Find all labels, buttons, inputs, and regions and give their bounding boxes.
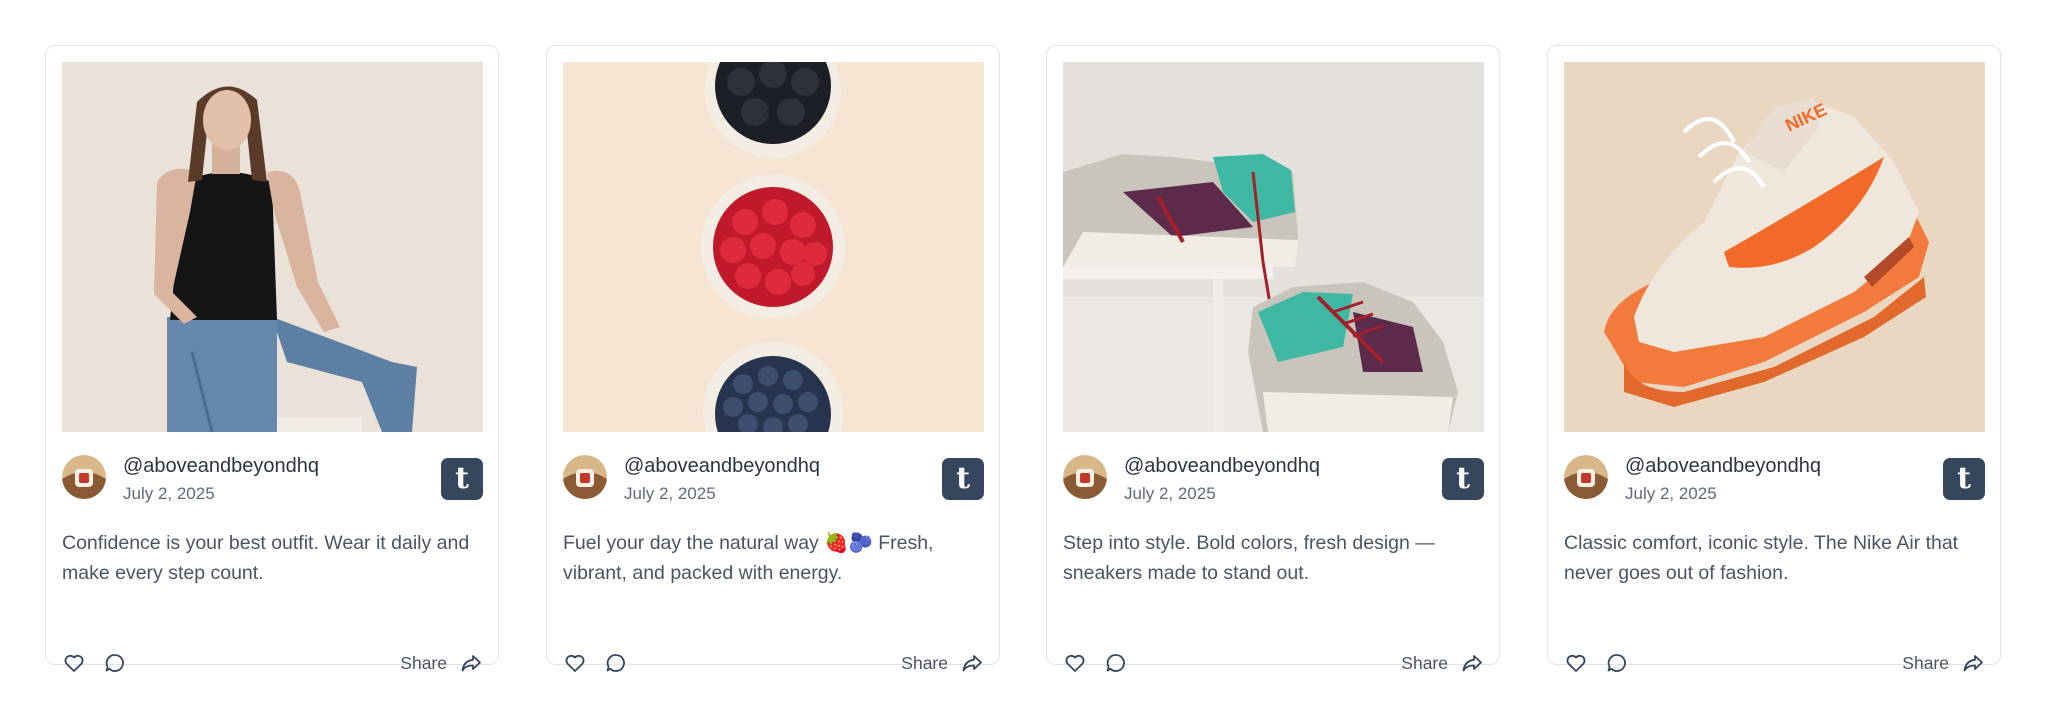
share-button[interactable]: Share (400, 651, 483, 675)
avatar[interactable] (1564, 455, 1608, 499)
author-handle[interactable]: @aboveandbeyondhq (1625, 455, 1821, 478)
tumblr-icon[interactable]: t (441, 458, 483, 500)
post-card: NIKE @aboveandbeyondhq July 2, 2025 t Cl… (1547, 45, 2001, 673)
post-date: July 2, 2025 (1124, 484, 1216, 503)
avatar[interactable] (62, 455, 106, 499)
heart-icon[interactable] (563, 651, 587, 675)
post-actions: Share (563, 651, 984, 675)
post-card: @aboveandbeyondhq July 2, 2025 t Confide… (45, 45, 499, 673)
tumblr-icon[interactable]: t (1943, 458, 1985, 500)
post-actions: Share (1063, 651, 1484, 675)
comment-bubble-icon[interactable] (103, 651, 127, 675)
post-date: July 2, 2025 (123, 484, 215, 503)
post-feed: @aboveandbeyondhq July 2, 2025 t Confide… (0, 0, 2048, 712)
post-actions: Share (1564, 651, 1985, 675)
share-label: Share (400, 652, 447, 673)
share-button[interactable]: Share (901, 651, 984, 675)
share-label: Share (1401, 652, 1448, 673)
share-label: Share (901, 652, 948, 673)
post-date: July 2, 2025 (1625, 484, 1717, 503)
comment-bubble-icon[interactable] (1104, 651, 1128, 675)
heart-icon[interactable] (1564, 651, 1588, 675)
woman-photo (62, 62, 483, 432)
heart-icon[interactable] (1063, 651, 1087, 675)
post-image[interactable] (1063, 62, 1484, 432)
share-label: Share (1902, 652, 1949, 673)
author-handle[interactable]: @aboveandbeyondhq (123, 455, 319, 478)
post-author: @aboveandbeyondhq July 2, 2025 t (1063, 453, 1484, 503)
post-caption: Classic comfort, iconic style. The Nike … (1564, 532, 1959, 584)
tumblr-icon[interactable]: t (942, 458, 984, 500)
author-handle[interactable]: @aboveandbeyondhq (624, 455, 820, 478)
post-caption: Fuel your day the natural way 🍓🫐 Fresh, … (563, 532, 934, 584)
post-date: July 2, 2025 (624, 484, 716, 503)
comment-bubble-icon[interactable] (604, 651, 628, 675)
comment-bubble-icon[interactable] (1605, 651, 1629, 675)
post-caption: Confidence is your best outfit. Wear it … (62, 532, 470, 584)
post-image[interactable]: NIKE (1564, 62, 1985, 432)
post-author: @aboveandbeyondhq July 2, 2025 t (563, 453, 984, 503)
author-handle[interactable]: @aboveandbeyondhq (1124, 455, 1320, 478)
post-author: @aboveandbeyondhq July 2, 2025 t (62, 453, 483, 503)
avatar[interactable] (563, 455, 607, 499)
nike-air-photo: NIKE (1564, 62, 1985, 432)
sneakers-photo (1063, 62, 1484, 432)
share-arrow-icon (1963, 655, 1983, 672)
post-card: @aboveandbeyondhq July 2, 2025 t Fuel yo… (546, 45, 1000, 673)
tumblr-icon[interactable]: t (1442, 458, 1484, 500)
share-button[interactable]: Share (1902, 651, 1985, 675)
share-arrow-icon (461, 655, 481, 672)
share-arrow-icon (1462, 655, 1482, 672)
avatar[interactable] (1063, 455, 1107, 499)
post-actions: Share (62, 651, 483, 675)
post-author: @aboveandbeyondhq July 2, 2025 t (1564, 453, 1985, 503)
berries-photo (563, 62, 984, 432)
post-image[interactable] (563, 62, 984, 432)
post-image[interactable] (62, 62, 483, 432)
heart-icon[interactable] (62, 651, 86, 675)
share-button[interactable]: Share (1401, 651, 1484, 675)
share-arrow-icon (962, 655, 982, 672)
post-caption: Step into style. Bold colors, fresh desi… (1063, 532, 1435, 584)
post-card: @aboveandbeyondhq July 2, 2025 t Step in… (1046, 45, 1500, 673)
